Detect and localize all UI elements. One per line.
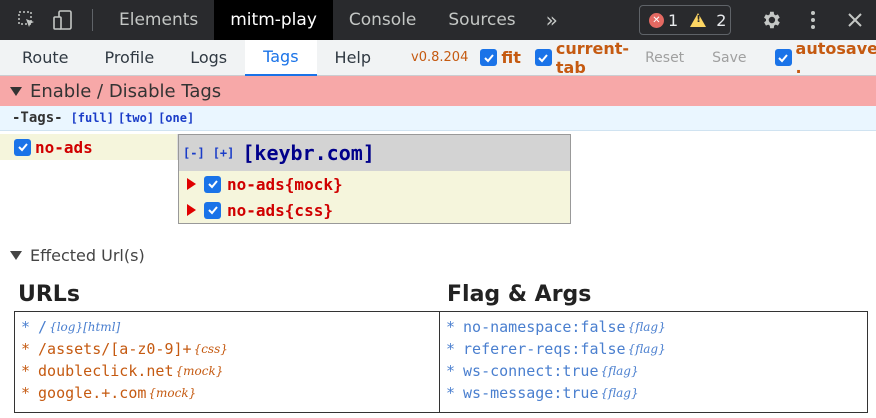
tab-route[interactable]: Route: [0, 40, 86, 76]
warning-icon: [690, 13, 707, 27]
popup-item-checkbox[interactable]: [204, 201, 221, 219]
effected-urls-header[interactable]: Effected Url(s): [0, 244, 145, 266]
popup-item-label: no-ads{mock}: [227, 174, 343, 194]
tab-profile[interactable]: Profile: [86, 40, 172, 76]
tab-help[interactable]: Help: [317, 40, 389, 76]
flag-tag: {flag}: [627, 342, 666, 356]
flag-row[interactable]: * no-namespace:false {flag}: [446, 316, 861, 338]
popup-item[interactable]: no-ads{css}: [179, 197, 570, 223]
urls-panel: * / {log}[html] * /assets/[a-z0-9]+ {css…: [14, 311, 440, 413]
url-flags: {mock}: [175, 364, 224, 378]
save-button[interactable]: Save: [712, 50, 746, 66]
tags-filter-bar: -Tags- [full] [two] [one]: [0, 106, 876, 131]
expand-arrow-icon[interactable]: [187, 178, 196, 190]
tag-name: no-ads: [35, 137, 93, 157]
filter-full[interactable]: [full]: [71, 111, 114, 125]
warning-count: 2: [716, 10, 727, 30]
gear-icon[interactable]: [750, 0, 792, 40]
plugin-navbar: Route Profile Logs Tags Help v0.8.204 fi…: [0, 38, 876, 77]
url-row[interactable]: * doubleclick.net {mock}: [21, 360, 433, 382]
flag-row[interactable]: * ws-connect:true {flag}: [446, 360, 861, 382]
flag-tag: {flag}: [627, 320, 666, 334]
autosave-checkbox[interactable]: [774, 49, 792, 66]
bullet-star: *: [446, 318, 456, 336]
fit-checkbox[interactable]: [480, 49, 498, 66]
flag-tag: {flag}: [600, 386, 639, 400]
url-pattern: /: [38, 318, 48, 336]
bullet-star: *: [21, 340, 31, 358]
url-flags: {css}: [193, 342, 228, 356]
inspect-element-icon[interactable]: [12, 0, 42, 40]
tag-item-no-ads[interactable]: no-ads: [0, 134, 178, 160]
reset-button[interactable]: Reset: [645, 50, 684, 66]
popup-item-label: no-ads{css}: [227, 200, 333, 220]
flag-tag: {flag}: [600, 364, 639, 378]
toolbar-divider: [92, 9, 93, 31]
flag-row[interactable]: * ws-message:true {flag}: [446, 382, 861, 404]
more-tabs-button[interactable]: »: [532, 0, 572, 40]
current-tab-checkbox[interactable]: [534, 49, 552, 66]
flag-arg: ws-connect:true: [463, 362, 599, 380]
popup-header: [-] [+] [keybr.com]: [179, 135, 570, 171]
error-icon: ✕: [649, 12, 664, 28]
tag-checkbox[interactable]: [14, 138, 31, 156]
tab-sources[interactable]: Sources: [432, 0, 531, 40]
url-row[interactable]: * google.+.com {mock}: [21, 382, 433, 404]
url-row[interactable]: * / {log}[html]: [21, 316, 433, 338]
tags-section-title: Enable / Disable Tags: [30, 80, 222, 102]
bullet-star: *: [21, 362, 31, 380]
tab-elements[interactable]: Elements: [103, 0, 214, 40]
collapse-all-button[interactable]: [-]: [183, 146, 205, 160]
tab-mitm-play[interactable]: mitm-play: [214, 0, 333, 40]
bullet-star: *: [21, 318, 31, 336]
bullet-star: *: [446, 384, 456, 402]
bullet-star: *: [21, 384, 31, 402]
autosave-option[interactable]: autosave .: [774, 38, 876, 77]
bullet-star: *: [446, 340, 456, 358]
url-flags: {mock}: [148, 386, 197, 400]
issues-counter[interactable]: ✕ 1 2: [639, 5, 731, 35]
more-options-icon[interactable]: [792, 0, 834, 40]
flag-arg: referer-reqs:false: [463, 340, 626, 358]
url-pattern: /assets/[a-z0-9]+: [38, 340, 192, 358]
flag-arg: no-namespace:false: [463, 318, 626, 336]
expand-all-button[interactable]: [+]: [213, 146, 235, 160]
error-count: 1: [668, 10, 679, 30]
effected-urls-title: Effected Url(s): [30, 245, 145, 265]
flag-row[interactable]: * referer-reqs:false {flag}: [446, 338, 861, 360]
url-pattern: google.+.com: [38, 384, 147, 402]
filter-two[interactable]: [two]: [118, 111, 154, 125]
devtools-toolbar: Elements mitm-play Console Sources » ✕ 1…: [0, 0, 876, 40]
popup-item[interactable]: no-ads{mock}: [179, 171, 570, 197]
bullet-star: *: [446, 362, 456, 380]
urls-column-title: URLs: [18, 282, 80, 307]
flags-panel: * no-namespace:false {flag} * referer-re…: [439, 311, 868, 413]
url-row[interactable]: * /assets/[a-z0-9]+ {css}: [21, 338, 433, 360]
flag-arg: ws-message:true: [463, 384, 599, 402]
tags-section-header[interactable]: Enable / Disable Tags: [0, 76, 876, 106]
version-label: v0.8.204: [411, 50, 469, 65]
tag-domain-popup: [-] [+] [keybr.com] no-ads{mock} no-ads{…: [178, 134, 571, 224]
current-tab-option[interactable]: current-tab: [534, 38, 630, 77]
fit-label: fit: [501, 48, 521, 67]
current-tab-label: current-tab: [555, 38, 630, 77]
fit-option[interactable]: fit: [480, 48, 521, 67]
device-toolbar-icon[interactable]: [48, 0, 78, 40]
tab-tags[interactable]: Tags: [245, 39, 317, 76]
collapse-triangle-icon: [10, 86, 22, 96]
flags-column-title: Flag & Args: [447, 282, 592, 307]
tags-label: -Tags-: [12, 110, 63, 126]
filter-one[interactable]: [one]: [158, 111, 194, 125]
tab-logs[interactable]: Logs: [172, 40, 245, 76]
close-icon[interactable]: [834, 0, 876, 40]
expand-arrow-icon[interactable]: [187, 204, 196, 216]
autosave-label: autosave .: [795, 38, 876, 77]
url-pattern: doubleclick.net: [38, 362, 174, 380]
popup-item-checkbox[interactable]: [204, 175, 221, 193]
domain-title: [keybr.com]: [242, 141, 375, 165]
tab-console[interactable]: Console: [333, 0, 433, 40]
collapse-triangle-icon: [10, 250, 22, 260]
url-flags: {log}[html]: [49, 320, 121, 334]
